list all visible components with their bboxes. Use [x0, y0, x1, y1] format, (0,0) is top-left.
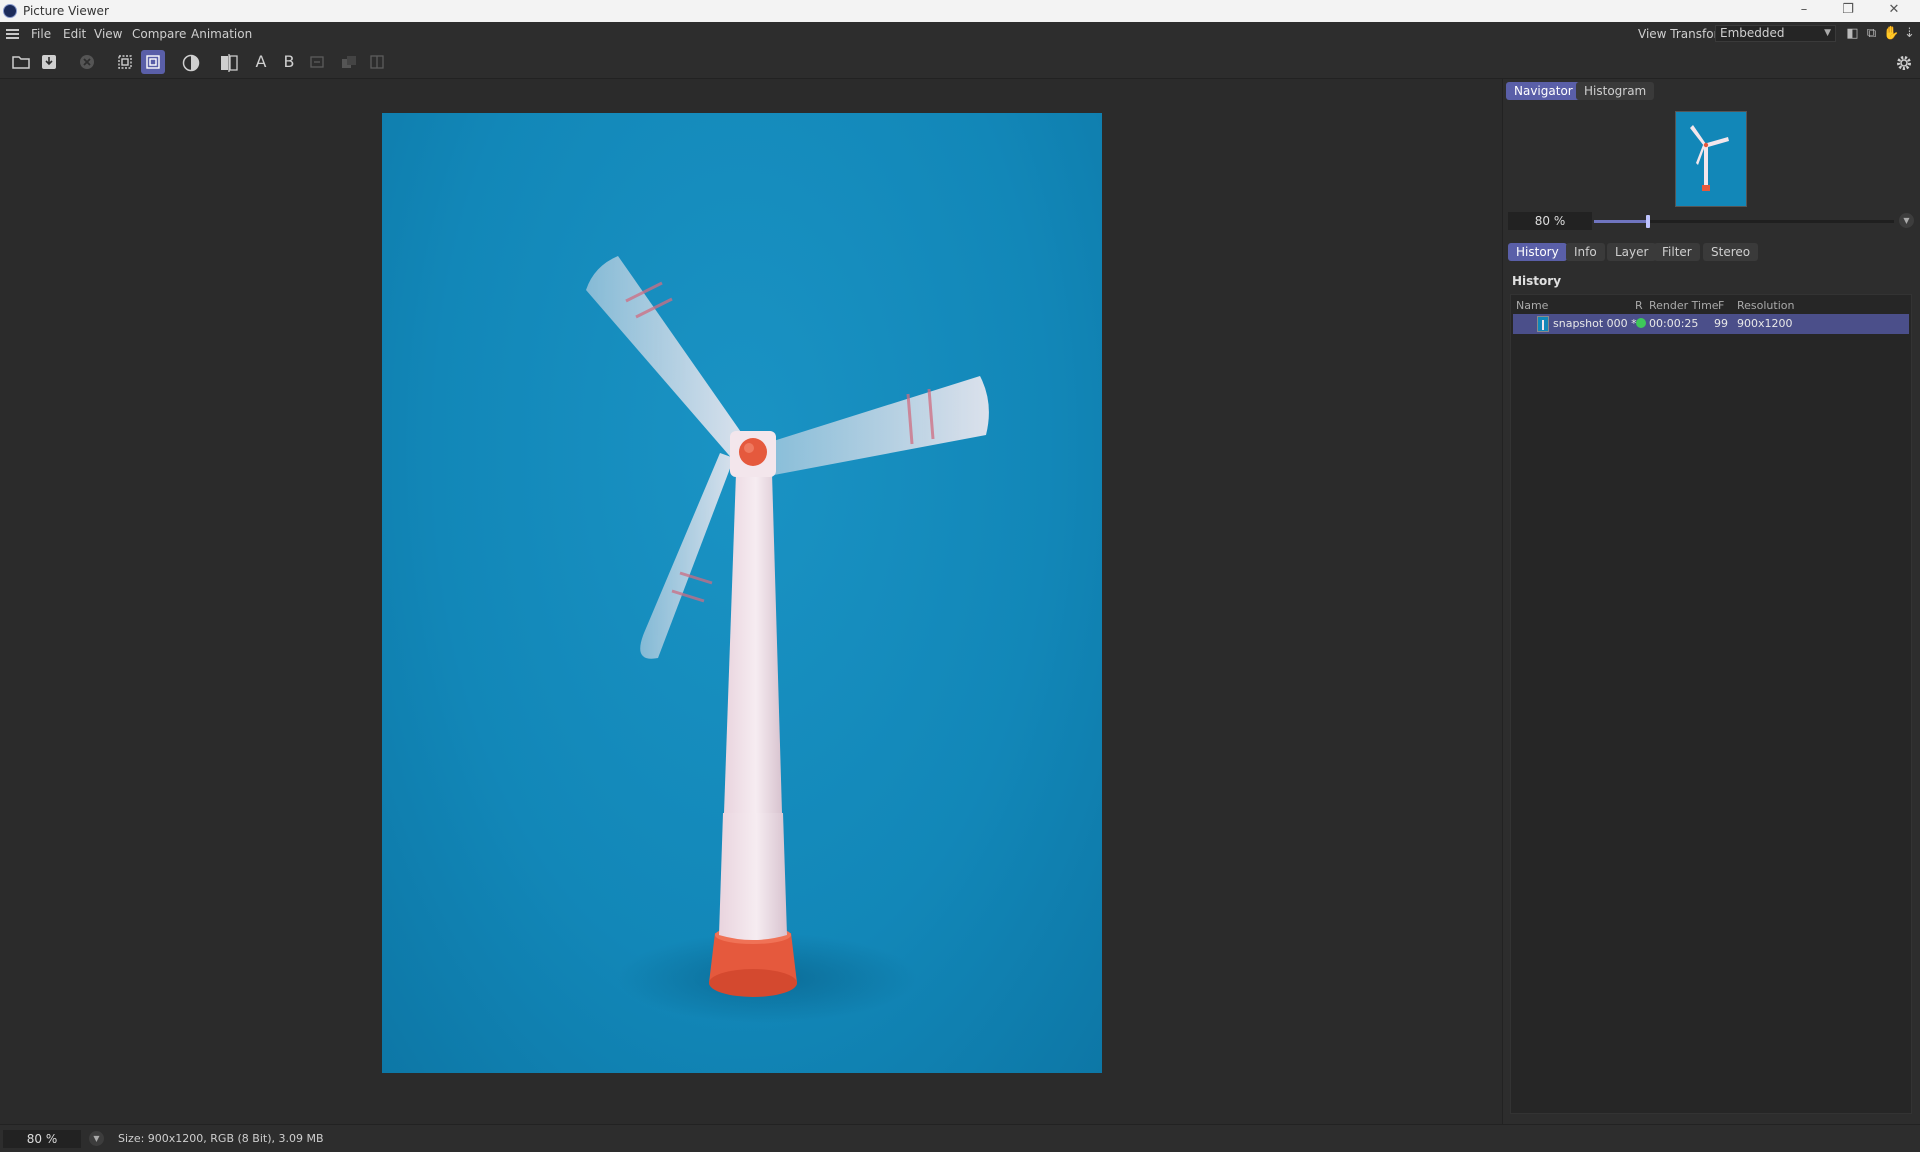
column-header-r[interactable]: R — [1635, 299, 1643, 312]
close-button[interactable]: ✕ — [1872, 0, 1916, 22]
column-header-resolution[interactable]: Resolution — [1737, 299, 1794, 312]
window-title: Picture Viewer — [23, 4, 109, 18]
snapshot-thumbnail — [1537, 316, 1549, 332]
menu-edit[interactable]: Edit — [63, 27, 86, 41]
zoom-slider[interactable] — [1594, 215, 1894, 228]
menu-animation[interactable]: Animation — [191, 27, 252, 41]
render-status-dot — [1636, 318, 1646, 328]
image-size-info: Size: 900x1200, RGB (8 Bit), 3.09 MB — [118, 1132, 324, 1145]
pin-icon[interactable]: ⇣ — [1902, 26, 1917, 41]
set-a-button[interactable]: A — [249, 50, 273, 74]
view-transform-value: Embedded — [1720, 26, 1785, 40]
split-view-icon[interactable] — [365, 50, 389, 74]
open-folder-icon[interactable] — [9, 50, 33, 74]
app-icon — [3, 4, 17, 18]
restore-button[interactable]: ❐ — [1826, 0, 1870, 22]
render-region-icon[interactable] — [113, 50, 137, 74]
side-panel: Navigator Histogram 80 % ▼ History Info … — [1502, 79, 1920, 1124]
view-transform-select[interactable]: Embedded ▼ — [1715, 25, 1836, 42]
rendered-image — [382, 113, 1102, 1073]
tab-stereo[interactable]: Stereo — [1703, 243, 1759, 261]
hamburger-menu-icon[interactable] — [6, 29, 19, 39]
title-bar: Picture Viewer – ❐ ✕ — [0, 0, 1920, 22]
history-row[interactable]: snapshot 000 * 00:00:25 99 900x1200 — [1513, 314, 1909, 334]
minimize-button[interactable]: – — [1782, 0, 1826, 22]
status-bar: 80 % ▼ Size: 900x1200, RGB (8 Bit), 3.09… — [0, 1124, 1920, 1152]
tab-layer[interactable]: Layer — [1607, 243, 1657, 261]
navigator-thumbnail[interactable] — [1675, 111, 1747, 207]
image-viewport[interactable] — [0, 79, 1500, 1124]
tab-histogram[interactable]: Histogram — [1576, 82, 1655, 100]
swap-ab-icon[interactable] — [305, 50, 329, 74]
zoom-dropdown-button[interactable]: ▼ — [1899, 213, 1914, 228]
menu-compare[interactable]: Compare — [132, 27, 186, 41]
tab-history[interactable]: History — [1508, 243, 1567, 261]
menu-bar: File Edit View Compare Animation View Tr… — [0, 22, 1920, 46]
external-window-icon[interactable]: ⧉ — [1864, 26, 1879, 41]
set-b-button[interactable]: B — [277, 50, 301, 74]
history-list: Name R Render Time F Resolution snapshot… — [1510, 294, 1912, 1114]
tab-info[interactable]: Info — [1566, 243, 1605, 261]
menu-file[interactable]: File — [31, 27, 51, 41]
full-render-icon[interactable] — [141, 50, 165, 74]
resolution-value: 900x1200 — [1737, 317, 1793, 330]
zoom-slider-handle[interactable] — [1646, 215, 1650, 228]
menu-view[interactable]: View — [94, 27, 122, 41]
navigator-zoom-field[interactable]: 80 % — [1508, 212, 1592, 230]
contrast-icon[interactable] — [179, 50, 203, 74]
ab-compare-icon[interactable] — [217, 50, 241, 74]
hand-icon[interactable]: ✋ — [1883, 26, 1899, 41]
settings-gear-icon[interactable] — [1892, 50, 1916, 74]
zoom-slider-fill — [1594, 220, 1648, 223]
tab-filter[interactable]: Filter — [1654, 243, 1700, 261]
history-title: History — [1512, 274, 1562, 288]
panel-layout-icon[interactable]: ◧ — [1845, 26, 1860, 41]
tab-navigator[interactable]: Navigator — [1506, 82, 1581, 100]
status-zoom-field[interactable]: 80 % — [3, 1130, 81, 1148]
wind-turbine-render — [586, 256, 989, 1023]
status-zoom-dropdown[interactable]: ▼ — [89, 1131, 104, 1146]
save-icon[interactable] — [37, 50, 61, 74]
stop-render-icon[interactable] — [75, 50, 99, 74]
frame-value: 99 — [1714, 317, 1728, 330]
column-header-f[interactable]: F — [1718, 299, 1724, 312]
render-time-value: 00:00:25 — [1649, 317, 1699, 330]
overlay-icon[interactable] — [337, 50, 361, 74]
column-header-render-time[interactable]: Render Time — [1649, 299, 1719, 312]
toolbar: A B — [0, 46, 1920, 79]
chevron-down-icon: ▼ — [1824, 28, 1831, 38]
snapshot-name: snapshot 000 * — [1553, 317, 1637, 330]
column-header-name[interactable]: Name — [1516, 299, 1548, 312]
